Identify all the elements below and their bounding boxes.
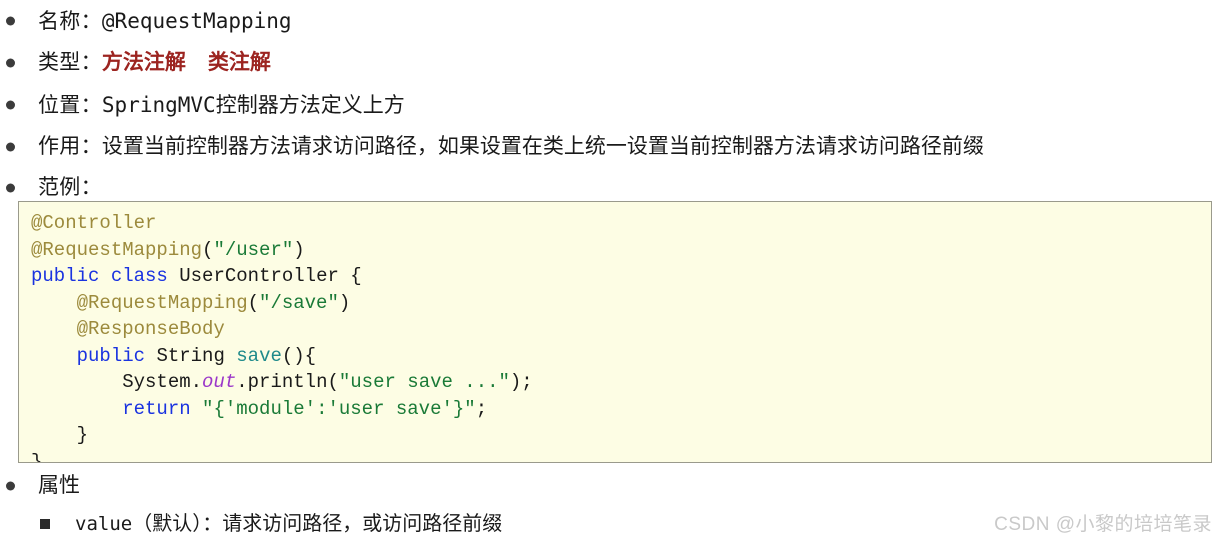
code-token: { <box>338 265 362 287</box>
bullet-dot-icon <box>6 481 15 491</box>
code-token: ( <box>247 291 260 314</box>
code-token: ; <box>475 397 488 420</box>
code-token: UserController <box>179 265 339 287</box>
type-tag-method: 方法注解 <box>101 51 186 74</box>
list-item-attributes: 属性 <box>0 466 1224 506</box>
code-token: @Controller <box>31 212 157 234</box>
bullet-dot-icon <box>6 16 15 26</box>
name-label: 名称： <box>38 10 102 33</box>
code-token: @ResponseBody <box>76 318 225 340</box>
list-item-type: 类型：方法注解 类注解 <box>0 42 1224 84</box>
attribute-name: value <box>75 513 133 535</box>
code-token: ); <box>509 371 533 393</box>
attribute-note: （默认）：请求访问路径，或访问路径前缀 <box>132 513 503 535</box>
code-token: "{'module':'user save'}" <box>202 397 476 420</box>
code-token: (){ <box>281 344 317 367</box>
code-token: System. <box>31 371 203 393</box>
type-label: 类型： <box>38 51 102 74</box>
bullet-dot-icon <box>6 58 15 68</box>
effect-value: 设置当前控制器方法请求访问路径，如果设置在类上统一设置当前控制器方法请求访问路径… <box>101 135 984 158</box>
list-item-position: 位置：SpringMVC控制器方法定义上方 <box>0 84 1224 126</box>
attributes-heading: 属性 <box>38 474 80 497</box>
code-token: save <box>236 344 282 367</box>
code-token: @RequestMapping <box>76 291 248 314</box>
code-token: public <box>76 344 146 367</box>
code-token: "/user" <box>213 238 294 261</box>
code-token: "user save ..." <box>338 371 510 393</box>
bullet-dot-icon <box>6 142 15 152</box>
code-sample-text: @Controller @RequestMapping("/user") pub… <box>31 210 1211 463</box>
position-label: 位置： <box>38 94 102 117</box>
code-token: out <box>202 371 237 393</box>
code-token: @RequestMapping <box>31 238 203 261</box>
example-label: 范例： <box>38 176 102 199</box>
code-token: ) <box>293 238 305 261</box>
code-token: .println( <box>236 371 339 393</box>
position-value: SpringMVC控制器方法定义上方 <box>101 93 405 117</box>
code-token: public <box>31 265 100 287</box>
code-token: } <box>31 424 89 446</box>
list-item-name: 名称：@RequestMapping <box>0 0 1224 42</box>
csdn-watermark: CSDN @小黎的培培笔录 <box>994 514 1212 535</box>
type-tag-class: 类注解 <box>207 51 271 74</box>
code-token: ( <box>202 238 214 261</box>
slide-page: 名称：@RequestMapping 类型：方法注解 类注解 位置：SpringM… <box>0 0 1224 542</box>
bullet-dot-icon <box>6 183 15 193</box>
annotation-spec-list: 名称：@RequestMapping 类型：方法注解 类注解 位置：SpringM… <box>0 0 1224 208</box>
code-token: "/save" <box>259 291 339 314</box>
code-sample-block: @Controller @RequestMapping("/user") pub… <box>18 201 1212 463</box>
code-token: } <box>31 450 43 463</box>
name-value: @RequestMapping <box>101 9 292 33</box>
effect-label: 作用： <box>38 135 102 158</box>
code-token: return <box>122 397 191 420</box>
list-item-effect: 作用：设置当前控制器方法请求访问路径，如果设置在类上统一设置当前控制器方法请求访… <box>0 126 1224 168</box>
bullet-square-icon <box>40 519 50 529</box>
bullet-dot-icon <box>6 100 15 110</box>
code-token: String <box>156 344 225 367</box>
code-token: class <box>110 265 168 287</box>
code-token: ) <box>338 291 351 314</box>
